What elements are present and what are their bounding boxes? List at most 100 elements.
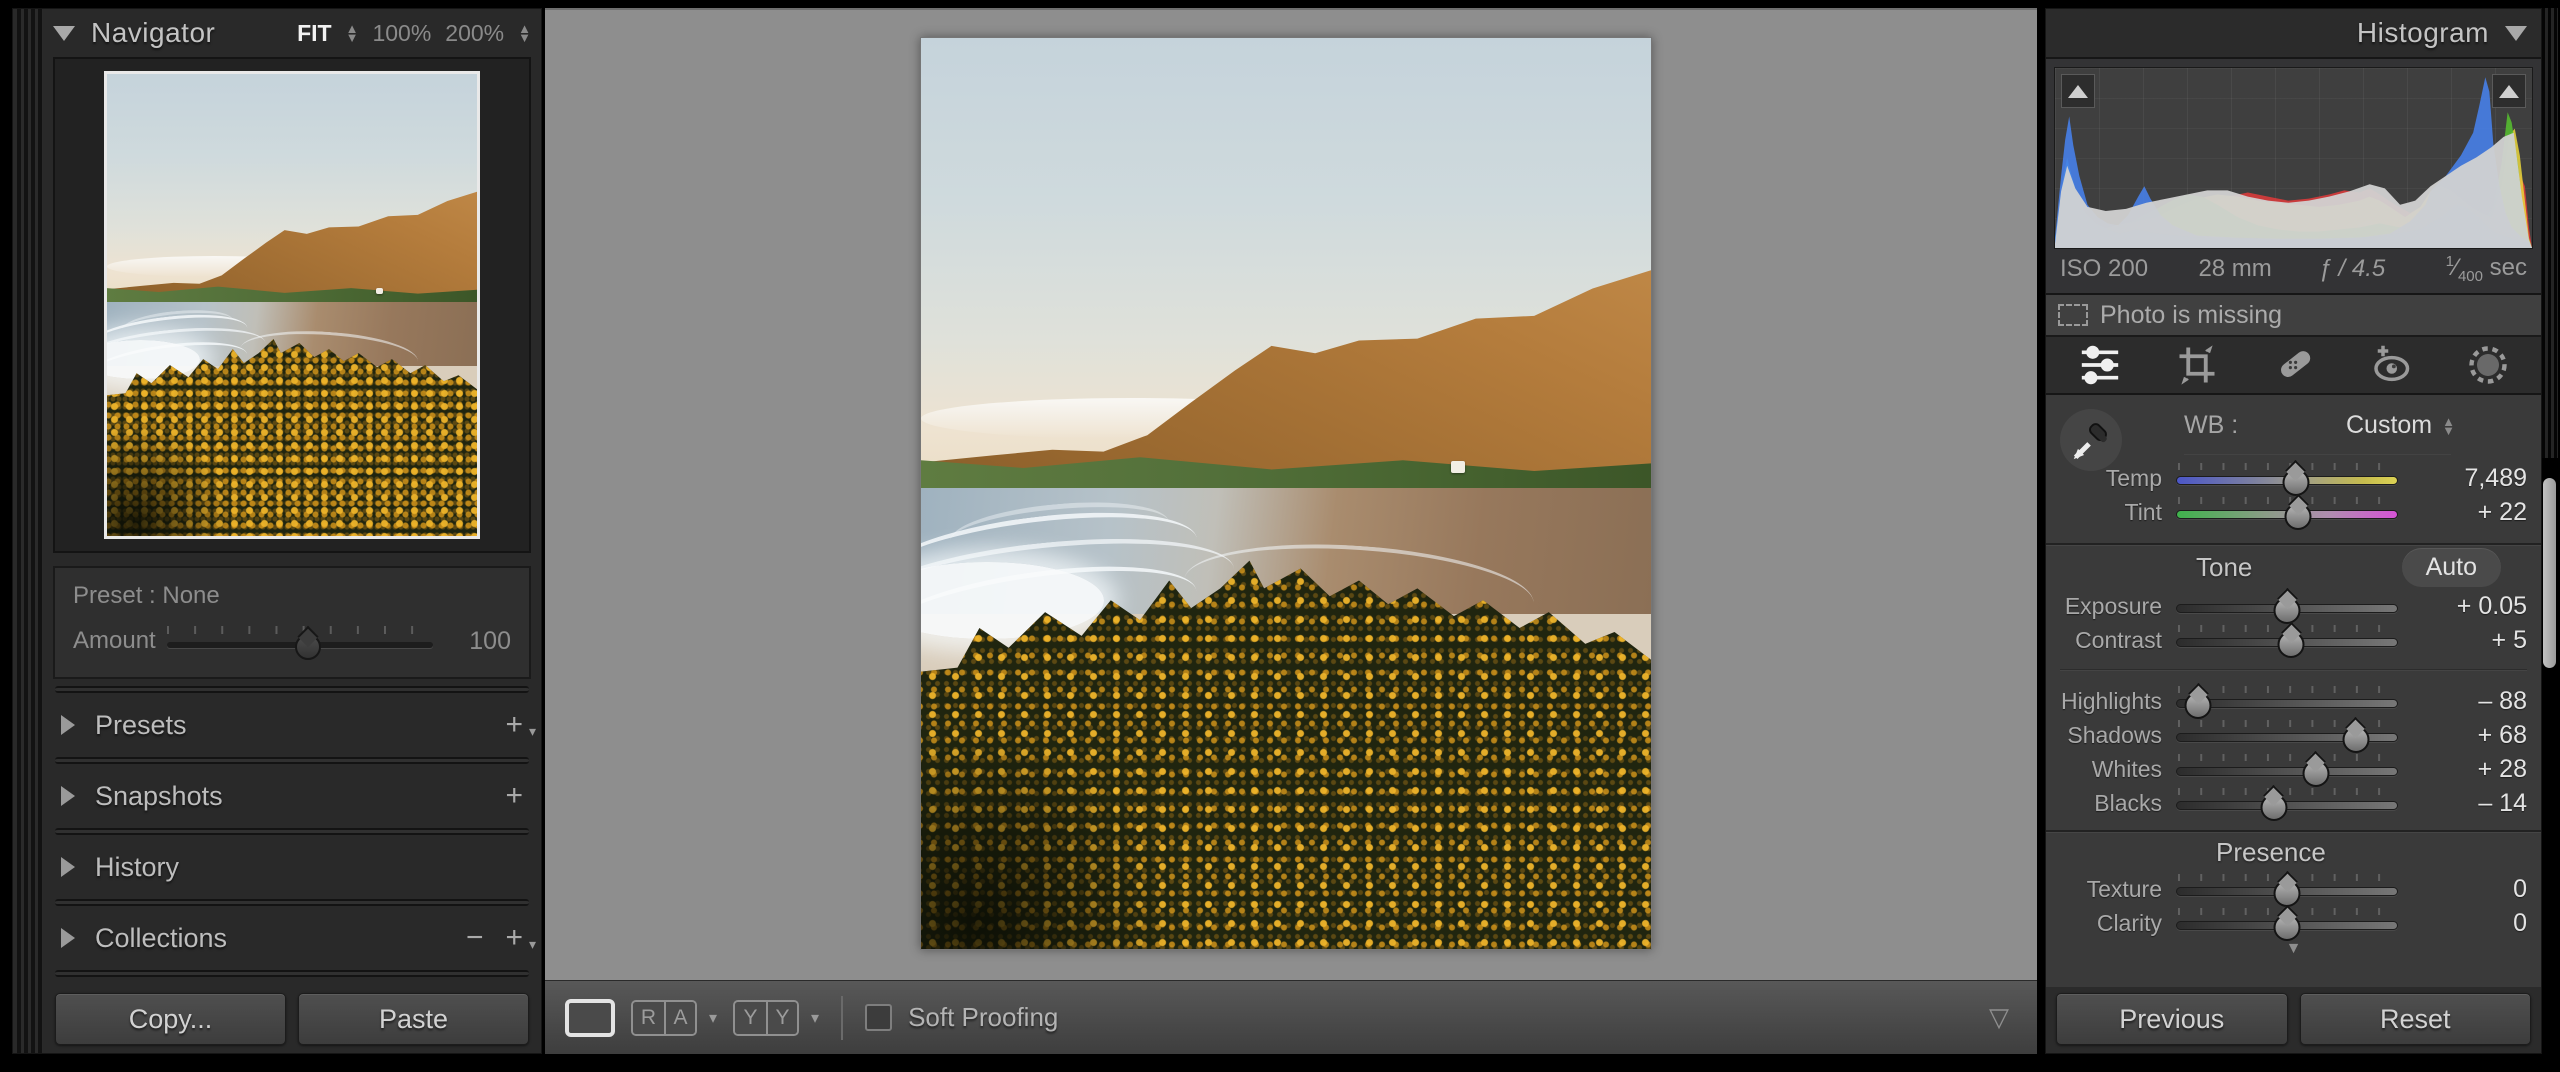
- expand-triangle-icon[interactable]: [61, 715, 75, 735]
- copy-settings-button[interactable]: Copy...: [55, 993, 286, 1045]
- updown-arrows-icon[interactable]: ▲ ▼: [346, 22, 359, 44]
- chevron-down-icon[interactable]: ▾: [811, 1008, 819, 1028]
- clarity-value[interactable]: 0: [2398, 909, 2527, 938]
- expand-triangle-icon[interactable]: [61, 786, 75, 806]
- collapse-triangle-icon[interactable]: [2505, 25, 2527, 41]
- texture-slider-thumb[interactable]: [2273, 880, 2301, 907]
- create-preset-plus-icon[interactable]: +: [505, 710, 535, 747]
- temp-slider[interactable]: [2176, 463, 2398, 496]
- clarity-slider[interactable]: [2176, 908, 2398, 941]
- reset-button[interactable]: Reset: [2299, 993, 2531, 1045]
- tint-value[interactable]: + 22: [2398, 498, 2527, 527]
- tint-slider-thumb[interactable]: [2284, 503, 2312, 530]
- create-collection-plus-icon[interactable]: +: [505, 923, 535, 960]
- zoom-fit-option[interactable]: FIT: [297, 20, 332, 47]
- navigator-preview[interactable]: [53, 57, 531, 553]
- contrast-slider[interactable]: [2176, 625, 2398, 658]
- compare-active-cell[interactable]: A: [664, 1001, 695, 1034]
- highlights-value[interactable]: – 88: [2398, 687, 2527, 716]
- amount-slider-thumb[interactable]: [294, 634, 321, 660]
- shadows-value[interactable]: + 68: [2398, 721, 2527, 750]
- compare-reference-cell[interactable]: R: [633, 1001, 664, 1034]
- soft-proofing-checkbox[interactable]: [865, 1004, 893, 1031]
- right-panel-scrollbar[interactable]: [2543, 478, 2556, 668]
- before-cell[interactable]: Y: [735, 1001, 767, 1034]
- histogram-header[interactable]: Histogram: [2046, 9, 2541, 57]
- main-photo[interactable]: [920, 37, 1652, 950]
- highlights-slider[interactable]: [2176, 686, 2398, 719]
- amount-slider[interactable]: [167, 626, 433, 660]
- texture-value[interactable]: 0: [2398, 875, 2527, 904]
- sidebar-item-collections[interactable]: Collections − +: [53, 913, 535, 963]
- sidebar-item-history[interactable]: History: [53, 842, 531, 892]
- blacks-slider[interactable]: [2176, 788, 2398, 821]
- whites-value[interactable]: + 28: [2398, 755, 2527, 784]
- clarity-label[interactable]: Clarity: [2054, 910, 2176, 937]
- exposure-label[interactable]: Exposure: [2054, 593, 2176, 620]
- healing-brush-icon[interactable]: [2272, 344, 2314, 386]
- exposure-value[interactable]: + 0.05: [2398, 592, 2527, 621]
- chevron-down-icon[interactable]: ▾: [709, 1008, 717, 1028]
- exposure-slider-thumb[interactable]: [2273, 597, 2301, 624]
- after-cell[interactable]: Y: [766, 1001, 798, 1034]
- photo-missing-banner[interactable]: Photo is missing: [2046, 295, 2541, 337]
- red-eye-correction-icon[interactable]: [2368, 344, 2412, 386]
- texture-slider[interactable]: [2176, 874, 2398, 907]
- histogram-chart[interactable]: [2054, 67, 2533, 249]
- exif-shutter-speed: 1⁄400 sec: [2445, 253, 2527, 285]
- temp-value[interactable]: 7,489: [2398, 464, 2527, 493]
- exposure-slider[interactable]: [2176, 591, 2398, 624]
- sidebar-item-presets[interactable]: Presets +: [53, 700, 535, 750]
- navigator-header[interactable]: Navigator FIT ▲ ▼ 100% 200% ▲ ▼: [53, 9, 531, 57]
- clarity-slider-thumb[interactable]: [2273, 914, 2301, 941]
- toolbar-options-triangle-icon[interactable]: ▽: [1989, 1002, 2009, 1033]
- tint-label[interactable]: Tint: [2054, 499, 2176, 526]
- updown-arrows-icon[interactable]: ▲ ▼: [518, 22, 531, 44]
- navigator-thumbnail[interactable]: [104, 71, 480, 539]
- compare-view-icon[interactable]: R A: [631, 999, 697, 1036]
- temp-label[interactable]: Temp: [2054, 465, 2176, 492]
- whites-label[interactable]: Whites: [2054, 756, 2176, 783]
- remove-collection-minus-icon[interactable]: −: [466, 923, 484, 953]
- wb-selected-value[interactable]: Custom: [2346, 411, 2432, 440]
- contrast-slider-thumb[interactable]: [2277, 631, 2305, 658]
- sidebar-item-snapshots[interactable]: Snapshots +: [53, 771, 531, 821]
- before-after-view-icon[interactable]: Y Y: [733, 999, 800, 1036]
- presence-header: Presence: [2046, 832, 2541, 872]
- highlights-slider-thumb[interactable]: [2184, 692, 2212, 719]
- create-snapshot-plus-icon[interactable]: +: [505, 781, 523, 811]
- white-balance-eyedropper-icon[interactable]: [2060, 409, 2122, 471]
- amount-value[interactable]: 100: [447, 627, 511, 656]
- shadows-slider[interactable]: [2176, 720, 2398, 753]
- collapse-triangle-icon[interactable]: [53, 25, 75, 41]
- shadow-clipping-button[interactable]: [2061, 74, 2095, 108]
- zoom-200-option[interactable]: 200%: [445, 20, 504, 47]
- previous-button[interactable]: Previous: [2056, 993, 2288, 1045]
- crop-overlay-icon[interactable]: [2176, 344, 2218, 386]
- texture-label[interactable]: Texture: [2054, 876, 2176, 903]
- tint-slider[interactable]: [2176, 497, 2398, 530]
- temp-slider-thumb[interactable]: [2282, 469, 2310, 496]
- right-panel-edge-grip[interactable]: [2542, 8, 2558, 458]
- highlight-clipping-button[interactable]: [2492, 74, 2526, 108]
- loupe-view-icon[interactable]: [565, 998, 615, 1037]
- paste-settings-button[interactable]: Paste: [298, 993, 529, 1045]
- expand-triangle-icon[interactable]: [61, 928, 75, 948]
- wb-preset-select[interactable]: Custom ▲ ▼: [2346, 411, 2455, 440]
- whites-slider[interactable]: [2176, 754, 2398, 787]
- blacks-label[interactable]: Blacks: [2054, 790, 2176, 817]
- blacks-value[interactable]: – 14: [2398, 789, 2527, 818]
- highlights-label[interactable]: Highlights: [2054, 688, 2176, 715]
- masking-icon[interactable]: [2466, 343, 2510, 387]
- edit-sliders-icon[interactable]: [2078, 345, 2122, 385]
- contrast-label[interactable]: Contrast: [2054, 627, 2176, 654]
- whites-slider-thumb[interactable]: [2302, 760, 2330, 787]
- shadows-label[interactable]: Shadows: [2054, 722, 2176, 749]
- blacks-slider-thumb[interactable]: [2260, 794, 2288, 821]
- shadows-slider-thumb[interactable]: [2342, 726, 2370, 753]
- contrast-value[interactable]: + 5: [2398, 626, 2527, 655]
- zoom-100-option[interactable]: 100%: [372, 20, 431, 47]
- auto-tone-button[interactable]: Auto: [2401, 547, 2501, 587]
- panel-scroll-triangle-icon[interactable]: ▼: [2046, 941, 2541, 960]
- expand-triangle-icon[interactable]: [61, 857, 75, 877]
